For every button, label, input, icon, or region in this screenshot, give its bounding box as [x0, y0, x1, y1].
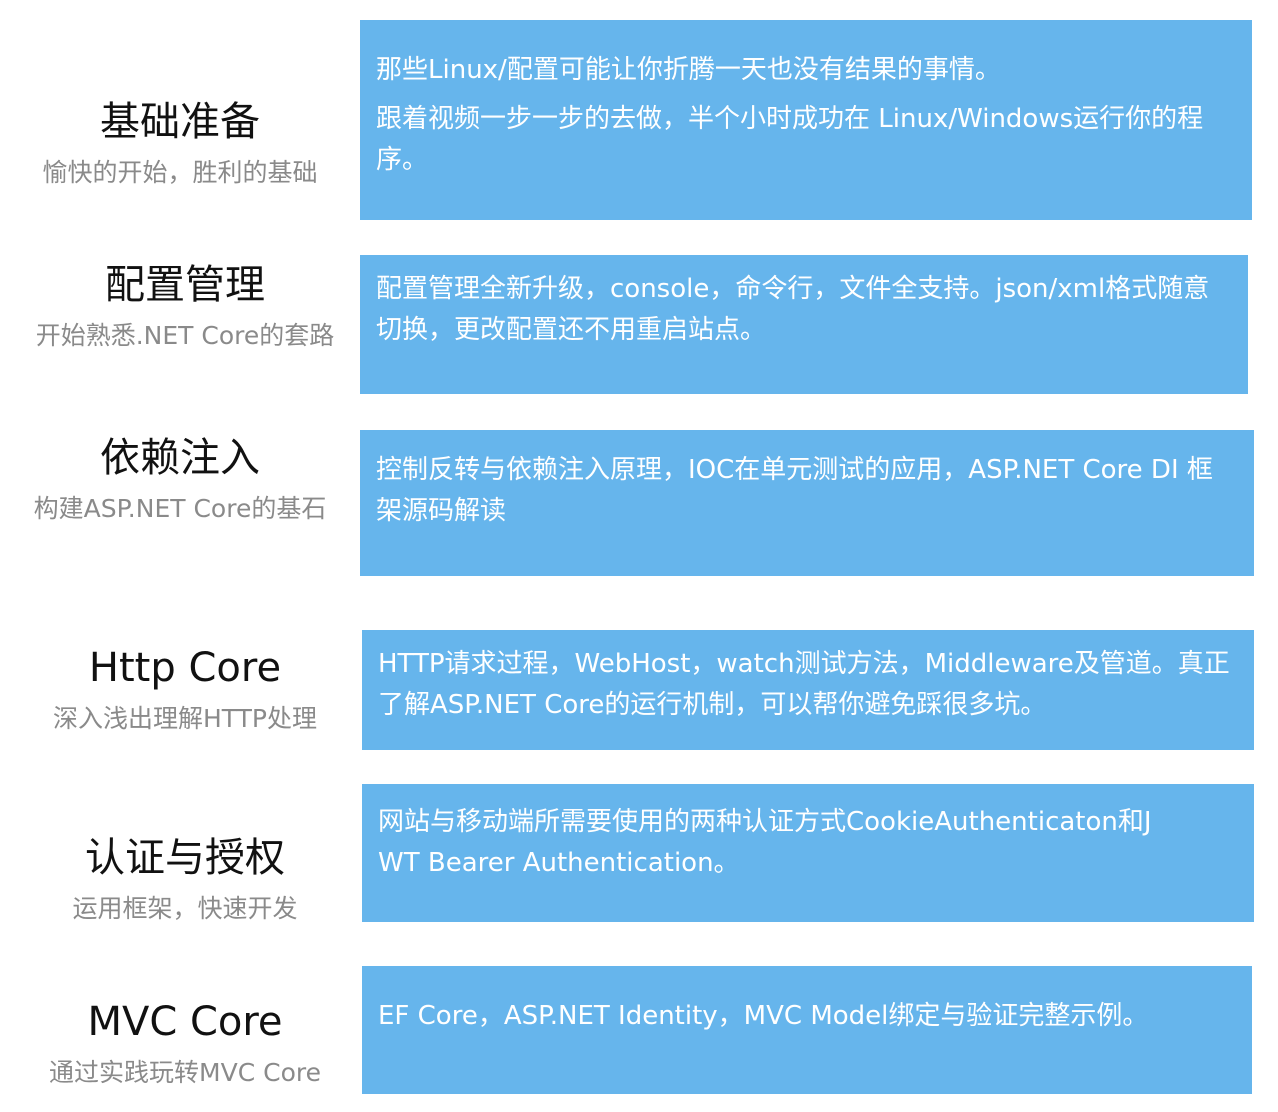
description-line: 跟着视频一步一步的去做，半个小时成功在 Linux/Windows运行你的程序。 [376, 104, 1204, 175]
section-title: 基础准备 [100, 99, 260, 145]
section-title: 认证与授权 [85, 835, 285, 881]
section-subtitle: 构建ASP.NET Core的基石 [33, 494, 327, 523]
section-subtitle: 运用框架，快速开发 [72, 894, 298, 923]
section-6-description-box: EF Core，ASP.NET Identity，MVC Model绑定与验证完… [362, 966, 1252, 1094]
section-subtitle: 愉快的开始，胜利的基础 [42, 158, 318, 187]
section-6-heading: MVC Core 通过实践玩转MVC Core [20, 1002, 350, 1085]
section-title: 配置管理 [105, 262, 265, 308]
section-4-description-box: HTTP请求过程，WebHost，watch测试方法，Middleware及管道… [362, 630, 1254, 750]
description-line: EF Core，ASP.NET Identity，MVC Model绑定与验证完… [378, 1001, 1149, 1031]
section-title: Http Core [88, 645, 282, 691]
section-1-heading: 基础准备 愉快的开始，胜利的基础 [20, 102, 340, 185]
section-5-description-box: 网站与移动端所需要使用的两种认证方式CookieAuthenticaton和JW… [362, 784, 1254, 922]
description-line: 配置管理全新升级，console，命令行，文件全支持。json/xml格式随意切… [376, 274, 1210, 345]
section-1-description-box: 那些Linux/配置可能让你折腾一天也没有结果的事情。 跟着视频一步一步的去做，… [360, 20, 1252, 220]
section-3-description-box: 控制反转与依赖注入原理，IOC在单元测试的应用，ASP.NET Core DI … [360, 430, 1254, 576]
description-line: 那些Linux/配置可能让你折腾一天也没有结果的事情。 [376, 55, 1001, 85]
section-title: MVC Core [87, 999, 283, 1045]
description-line: HTTP请求过程，WebHost，watch测试方法，Middleware及管道… [378, 649, 1230, 720]
section-2-description-box: 配置管理全新升级，console，命令行，文件全支持。json/xml格式随意切… [360, 255, 1248, 394]
description-line: 网站与移动端所需要使用的两种认证方式CookieAuthenticaton和JW… [378, 807, 1152, 878]
section-2-heading: 配置管理 开始熟悉.NET Core的套路 [20, 265, 350, 348]
section-3-heading: 依赖注入 构建ASP.NET Core的基石 [20, 438, 340, 521]
section-title: 依赖注入 [100, 435, 260, 481]
section-5-heading: 认证与授权 运用框架，快速开发 [20, 838, 350, 921]
section-subtitle: 深入浅出理解HTTP处理 [53, 704, 317, 733]
description-line: 控制反转与依赖注入原理，IOC在单元测试的应用，ASP.NET Core DI … [376, 455, 1213, 526]
section-subtitle: 通过实践玩转MVC Core [49, 1058, 321, 1087]
section-4-heading: Http Core 深入浅出理解HTTP处理 [20, 648, 350, 731]
section-subtitle: 开始熟悉.NET Core的套路 [35, 321, 335, 350]
